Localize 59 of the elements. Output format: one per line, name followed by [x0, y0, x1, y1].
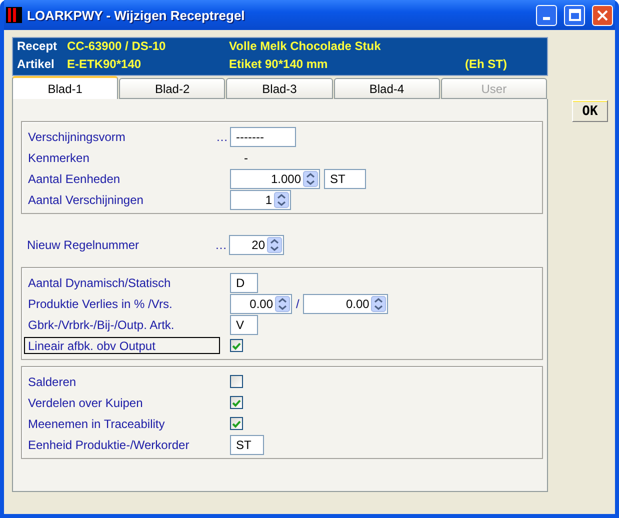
checkbox[interactable] — [230, 339, 243, 352]
field-label: Verdelen over Kuipen — [27, 394, 144, 411]
app-icon — [6, 7, 22, 23]
tab[interactable]: Blad-3 — [226, 78, 333, 99]
checkbox[interactable] — [230, 375, 243, 388]
field-label: Kenmerken — [27, 150, 90, 166]
header-label: Recept — [17, 38, 58, 54]
tab[interactable]: Blad-2 — [119, 78, 226, 99]
field-label: Lineair afbk. obv Output — [24, 337, 220, 354]
field-label: Verschijningsvorm — [27, 128, 126, 145]
header-description: Etiket 90*140 mm — [229, 56, 329, 72]
separator-text: / — [296, 296, 300, 310]
field-label: Aantal Eenheden — [27, 170, 122, 187]
field-label: Aantal Dynamisch/Statisch — [27, 274, 172, 291]
tab[interactable]: Blad-4 — [334, 78, 440, 99]
lookup-link[interactable]: … — [216, 130, 230, 144]
spin-field[interactable]: 0.00 — [303, 294, 388, 314]
checkbox[interactable] — [230, 396, 243, 409]
spinner-icon[interactable] — [371, 296, 386, 312]
ok-button[interactable]: OK — [572, 100, 608, 122]
input-field[interactable]: D — [230, 272, 258, 292]
check-icon — [232, 398, 241, 406]
tab[interactable]: Blad-1 — [12, 76, 118, 99]
checkbox[interactable] — [230, 417, 243, 430]
header-code: CC-63900 / DS-10 — [67, 38, 167, 54]
header-label: Artikel — [17, 56, 56, 72]
spinner-icon[interactable] — [274, 192, 289, 208]
input-field[interactable]: ST — [324, 168, 366, 188]
input-field[interactable]: ST — [230, 434, 264, 454]
input-field[interactable]: V — [230, 314, 258, 334]
input-field[interactable]: ------- — [230, 126, 296, 146]
check-icon — [232, 342, 241, 350]
maximize-button[interactable] — [564, 4, 585, 26]
field-value: - — [243, 150, 248, 164]
spin-field[interactable]: 0.00 — [230, 294, 292, 314]
window-title: LOARKPWY - Wijzigen Receptregel — [27, 8, 246, 22]
maximize-icon — [568, 9, 580, 21]
minimize-button[interactable] — [536, 4, 557, 26]
field-label: Salderen — [27, 374, 78, 390]
spinner-icon[interactable] — [275, 296, 290, 312]
field-label: Gbrk-/Vrbrk-/Bij-/Outp. Artk. — [27, 316, 176, 333]
header-unit: (Eh ST) — [465, 56, 508, 72]
field-label: Nieuw Regelnummer — [26, 236, 140, 253]
header-description: Volle Melk Chocolade Stuk — [229, 38, 382, 54]
spin-field[interactable]: 1 — [230, 190, 291, 210]
field-label: Eenheid Produktie-/Werkorder — [27, 436, 190, 453]
close-icon — [597, 10, 608, 20]
close-button[interactable] — [592, 4, 613, 26]
spin-field[interactable]: 1.000 — [230, 168, 320, 188]
field-label: Produktie Verlies in % /Vrs. — [27, 296, 174, 312]
field-label: Meenemen in Traceability — [27, 416, 166, 432]
spinner-icon[interactable] — [303, 170, 318, 186]
field-label: Aantal Verschijningen — [27, 192, 144, 208]
spin-field[interactable]: 20 — [229, 234, 284, 254]
spinner-icon[interactable] — [267, 236, 282, 252]
lookup-link[interactable]: … — [215, 238, 229, 252]
header-code: E-ETK90*140 — [67, 56, 142, 72]
check-icon — [232, 420, 241, 428]
minimize-icon — [543, 17, 550, 20]
